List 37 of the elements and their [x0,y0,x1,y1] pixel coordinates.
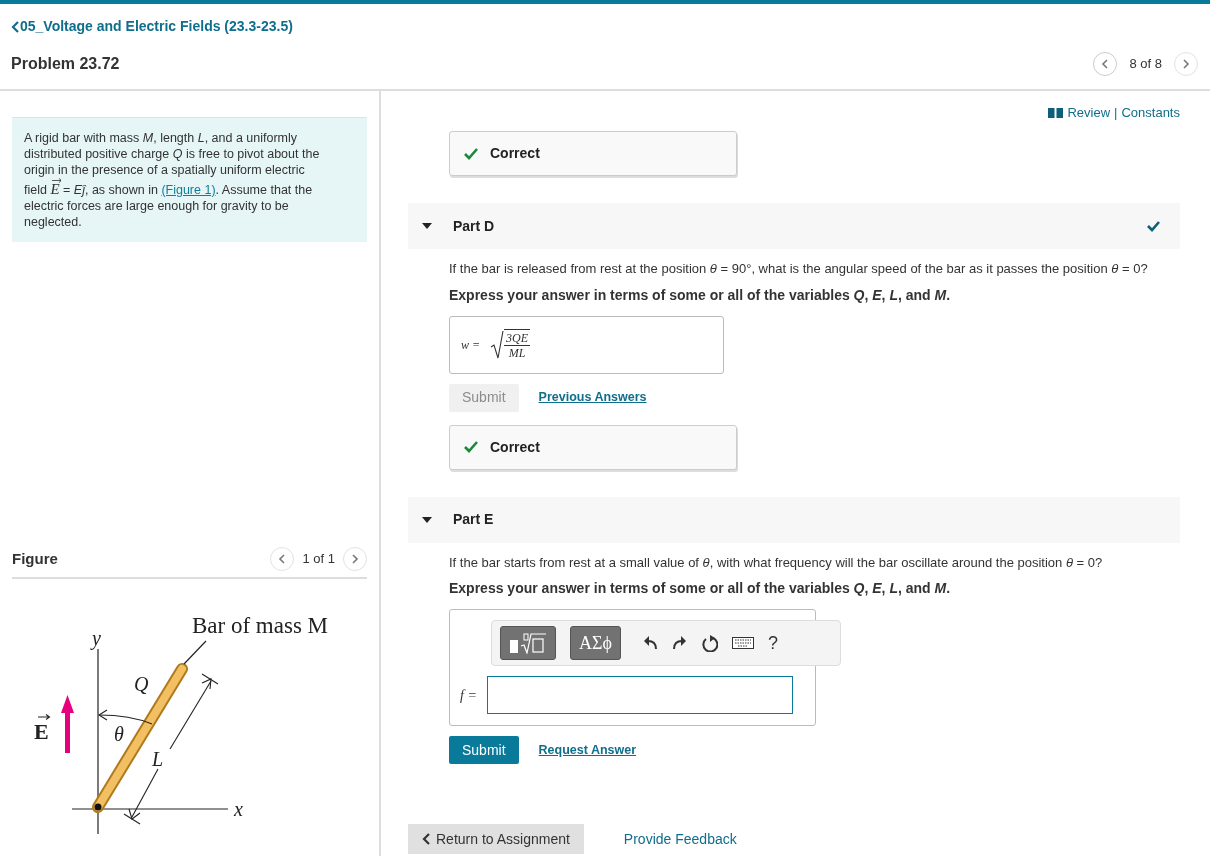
answer-link[interactable]: Previous Answers [538,388,647,407]
part-title: Part E [453,510,494,529]
part-title: Part D [453,216,495,236]
answer-link[interactable]: Request Answer [538,740,637,760]
return-button[interactable]: Return to Assignment [408,824,584,854]
part-header[interactable]: Part D [408,203,1180,249]
feedback-text: Correct [490,437,540,457]
problem-text: A rigid bar with mass M, length L, and a uniformly distributed positive charge Q is free to pivot about the origin in the presence of a spatially uniform electric field E = Eĵ, as shown in (Figure 1). Assume that the electric forces are large enough for gravity to be neglected. [24,130,321,230]
symbols-button[interactable]: ΑΣϕ [570,626,621,660]
question-text: If the bar starts from rest at a small value of θ, with what frequency will the bar oscillate around the position θ = 0? [449,553,1104,572]
answer-label: f = [460,686,477,705]
question-text: If the bar is released from rest at the position θ = 90°, what is the angular speed of the bar as it passes the position θ = 0? [449,260,1149,278]
figure-link[interactable]: (Figure 1) [161,183,216,197]
axis-label: y [92,627,101,649]
submit-button[interactable]: Submit [449,736,519,764]
field-label: E [34,713,51,744]
figure-title: Figure [12,548,58,569]
page-counter: 1 of 1 [302,550,335,569]
instruction-text: Express your answer in terms of some or all of the variables Q, E, L, and M. [449,579,952,598]
review-link[interactable]: Review [1067,103,1111,123]
angle-label: θ [114,723,124,745]
help-button[interactable]: ? [767,629,778,657]
instruction-text: Express your answer in terms of some or all of the variables Q, E, L, and M. [449,285,952,305]
constants-link[interactable]: Constants [1121,103,1180,123]
answer-expression: 3QE ML [490,329,531,360]
length-label: L [152,748,164,770]
part-header[interactable]: Part E [408,496,1180,543]
feedback-text: Correct [490,144,540,163]
link-separator: | [1114,104,1118,123]
charge-label: Q [134,673,149,695]
problem-title: Problem 23.72 [11,54,120,74]
axis-label: x [234,798,243,820]
breadcrumb-link[interactable]: 05_Voltage and Electric Fields (23.3-23.5) [11,16,293,37]
answer-label: w = [461,336,481,354]
figure-caption: Bar of mass M [192,613,329,638]
page-counter: 8 of 8 [1129,55,1162,74]
feedback-link[interactable]: Provide Feedback [623,828,737,850]
